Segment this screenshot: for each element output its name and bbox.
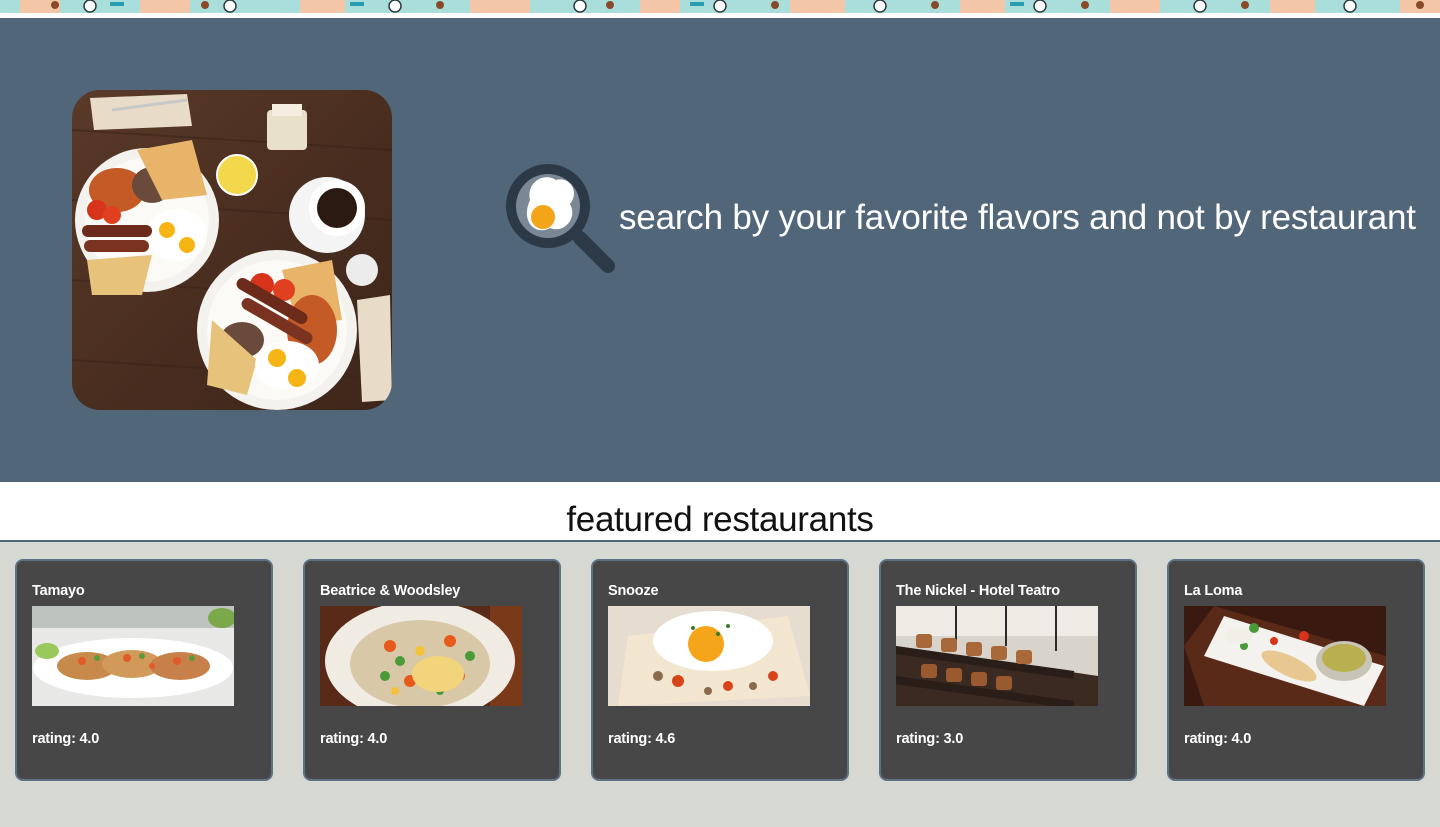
hero-banner: search by your favorite flavors and not … (0, 18, 1440, 482)
search-egg-icon (500, 160, 620, 276)
restaurant-rating: rating: 4.6 (608, 731, 676, 747)
restaurant-rating: rating: 4.0 (32, 731, 100, 747)
restaurant-name[interactable]: La Loma (1184, 583, 1242, 599)
restaurant-photo[interactable] (32, 606, 234, 706)
restaurant-card[interactable]: Beatrice & Woodsley rating: 4.0 (303, 559, 561, 781)
restaurant-name[interactable]: Tamayo (32, 583, 85, 599)
restaurant-rating: rating: 3.0 (896, 731, 964, 747)
restaurant-name[interactable]: Beatrice & Woodsley (320, 583, 460, 599)
restaurant-photo[interactable] (1184, 606, 1386, 706)
restaurant-rating: rating: 4.0 (320, 731, 388, 747)
restaurant-card[interactable]: The Nickel - Hotel Teatro rating: 3.0 (879, 559, 1137, 781)
restaurant-photo[interactable] (320, 606, 522, 706)
restaurant-name[interactable]: The Nickel - Hotel Teatro (896, 583, 1060, 599)
restaurant-rating: rating: 4.0 (1184, 731, 1252, 747)
restaurant-card[interactable]: Tamayo rating: 4.0 (15, 559, 273, 781)
restaurant-card[interactable]: Snooze rating: 4.6 (591, 559, 849, 781)
breakfast-photo (72, 90, 392, 410)
restaurant-card-list: Tamayo rating: 4.0 Beatrice & Woodsley r… (15, 559, 1425, 781)
restaurant-photo[interactable] (608, 606, 810, 706)
featured-header: featured restaurants (0, 482, 1440, 542)
restaurant-card[interactable]: La Loma rating: 4.0 (1167, 559, 1425, 781)
restaurant-name[interactable]: Snooze (608, 583, 659, 599)
restaurant-photo[interactable] (896, 606, 1098, 706)
featured-title: featured restaurants (566, 500, 874, 539)
hero-tagline: search by your favorite flavors and not … (619, 198, 1416, 237)
